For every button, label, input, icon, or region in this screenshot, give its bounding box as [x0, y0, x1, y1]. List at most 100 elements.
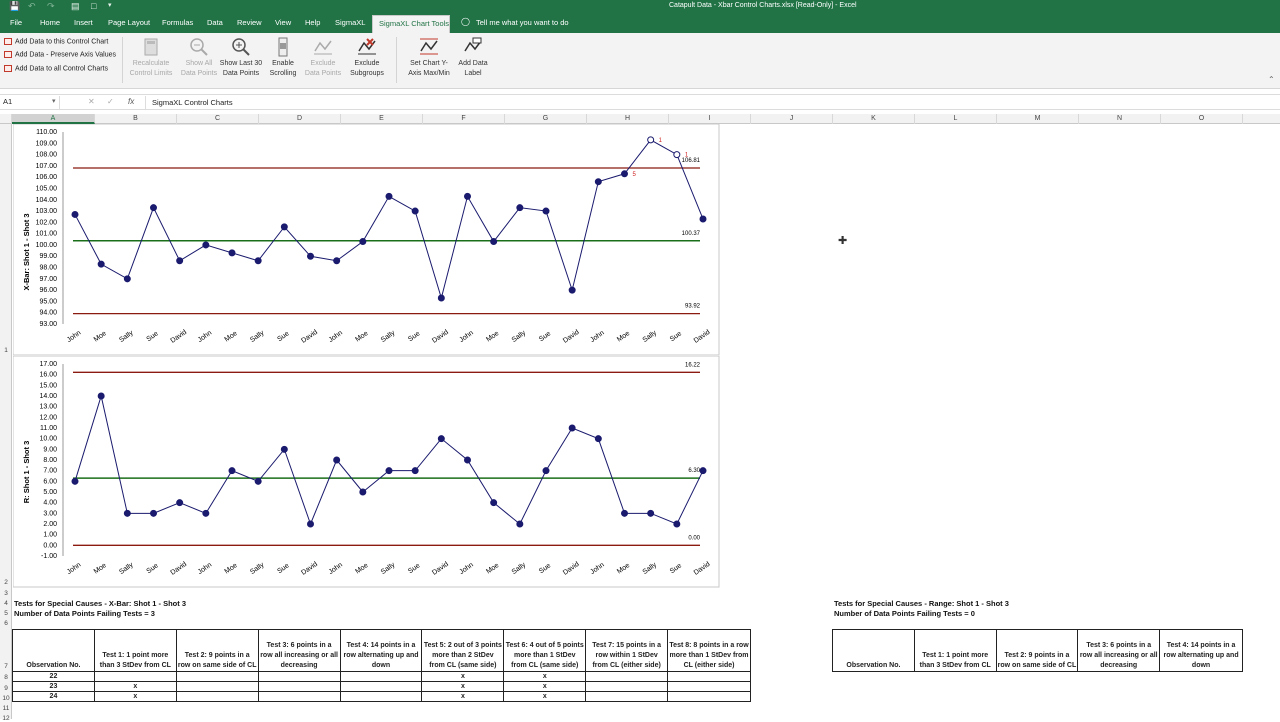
data-point[interactable] [71, 477, 79, 485]
data-point[interactable] [647, 509, 655, 517]
column-header-d[interactable]: D [259, 114, 341, 124]
column-header-a[interactable]: A [12, 114, 95, 124]
table-cell[interactable] [339, 671, 423, 682]
add-data-all-charts-button[interactable]: Add Data to all Control Charts [4, 65, 108, 72]
row-header-10[interactable]: 10 [0, 695, 12, 702]
data-point[interactable] [699, 467, 707, 475]
data-point[interactable] [359, 488, 367, 496]
cancel-edit-icon[interactable]: ✕ [88, 97, 95, 106]
data-point[interactable] [176, 499, 184, 507]
form-icon[interactable]: ▤ [71, 1, 80, 12]
data-point[interactable] [621, 170, 628, 178]
column-header-m[interactable]: M [997, 114, 1079, 124]
data-point[interactable] [516, 204, 524, 212]
table-cell[interactable] [257, 671, 341, 682]
data-point[interactable] [464, 456, 471, 464]
row-header-8[interactable]: 8 [0, 674, 12, 681]
data-point[interactable] [280, 445, 288, 453]
data-point[interactable] [568, 424, 576, 432]
table-cell[interactable] [585, 691, 669, 702]
data-point[interactable] [699, 215, 707, 223]
table-cell[interactable] [667, 681, 751, 692]
data-point[interactable] [202, 509, 210, 517]
tab-sigmaxl-chart-tools[interactable]: SigmaXL Chart Tools [372, 15, 450, 33]
data-point[interactable] [280, 223, 288, 231]
data-point[interactable] [490, 238, 498, 246]
table-cell[interactable] [175, 671, 259, 682]
row-header-6[interactable]: 6 [0, 620, 12, 627]
table-cell[interactable] [339, 681, 423, 692]
show-all-points-button[interactable]: Show All Data Points [178, 37, 220, 78]
table-cell[interactable]: x [421, 681, 505, 692]
column-header-e[interactable]: E [341, 114, 423, 124]
data-point[interactable] [71, 210, 79, 218]
data-point[interactable] [228, 467, 236, 475]
data-point[interactable] [542, 207, 550, 215]
column-header-h[interactable]: H [587, 114, 669, 124]
row-header-7[interactable]: 7 [0, 663, 12, 670]
column-header-o[interactable]: O [1161, 114, 1243, 124]
table-cell[interactable]: 22 [12, 671, 95, 682]
row-header-11[interactable]: 11 [0, 705, 12, 712]
row-header-5[interactable]: 5 [0, 610, 12, 617]
data-point[interactable] [359, 238, 367, 246]
save-icon[interactable]: 💾 [9, 1, 20, 12]
table-cell[interactable]: x [503, 681, 587, 692]
data-point[interactable] [411, 467, 419, 475]
row-header-1[interactable]: 1 [0, 347, 12, 354]
table-cell[interactable]: x [503, 691, 587, 702]
xbar-chart[interactable]: X-Bar: Shot 1 - Shot 3 93.00 94.00 95.00 96… [13, 124, 720, 356]
data-point[interactable] [437, 294, 445, 302]
exclude-points-button[interactable]: Exclude Data Points [302, 37, 344, 78]
tab-insert[interactable]: Insert [74, 18, 93, 27]
data-point[interactable] [385, 467, 393, 475]
column-header-n[interactable]: N [1079, 114, 1161, 124]
data-point[interactable] [516, 520, 524, 528]
tab-review[interactable]: Review [237, 18, 262, 27]
table-cell[interactable] [93, 671, 177, 682]
table-cell[interactable] [257, 691, 341, 702]
insert-function-icon[interactable]: fx [128, 97, 134, 106]
data-point[interactable] [307, 520, 314, 528]
data-point[interactable] [97, 260, 105, 268]
data-point[interactable] [150, 204, 157, 212]
exclude-subgroups-button[interactable]: Exclude Subgroups [346, 37, 388, 78]
customize-qat-icon[interactable]: ▾ [108, 1, 112, 9]
table-cell[interactable] [585, 671, 669, 682]
tab-file[interactable]: File [10, 18, 22, 27]
data-point[interactable] [464, 192, 471, 200]
data-point[interactable] [97, 392, 105, 400]
undo-icon[interactable]: ↶ [28, 1, 36, 12]
table-cell[interactable] [339, 691, 423, 702]
data-point[interactable] [254, 477, 262, 485]
data-point[interactable] [333, 257, 341, 265]
data-point[interactable] [568, 286, 576, 294]
column-header-j[interactable]: J [751, 114, 833, 124]
row-header-2[interactable]: 2 [0, 579, 12, 586]
column-header-k[interactable]: K [833, 114, 915, 124]
tab-data[interactable]: Data [207, 18, 223, 27]
column-header-c[interactable]: C [177, 114, 259, 124]
data-point[interactable] [621, 509, 628, 517]
data-point[interactable] [254, 257, 262, 265]
data-point[interactable] [228, 249, 236, 257]
data-point[interactable] [150, 509, 157, 517]
data-point[interactable] [594, 435, 602, 443]
tab-formulas[interactable]: Formulas [162, 18, 193, 27]
table-cell[interactable] [667, 691, 751, 702]
tab-view[interactable]: View [275, 18, 291, 27]
table-cell[interactable]: 23 [12, 681, 95, 692]
tab-help[interactable]: Help [305, 18, 320, 27]
add-data-this-chart-button[interactable]: Add Data to this Control Chart [4, 38, 108, 45]
table-cell[interactable]: x [421, 691, 505, 702]
table-cell[interactable] [175, 681, 259, 692]
formula-input[interactable]: SigmaXL Control Charts [145, 96, 1280, 109]
table-cell[interactable] [585, 681, 669, 692]
table-cell[interactable]: 24 [12, 691, 95, 702]
tab-home[interactable]: Home [40, 18, 60, 27]
column-header-l[interactable]: L [915, 114, 997, 124]
tab-sigmaxl[interactable]: SigmaXL [335, 18, 365, 27]
table-cell[interactable]: x [93, 691, 177, 702]
data-point[interactable] [333, 456, 341, 464]
recalculate-limits-button[interactable]: Recalculate Control Limits [126, 37, 176, 78]
